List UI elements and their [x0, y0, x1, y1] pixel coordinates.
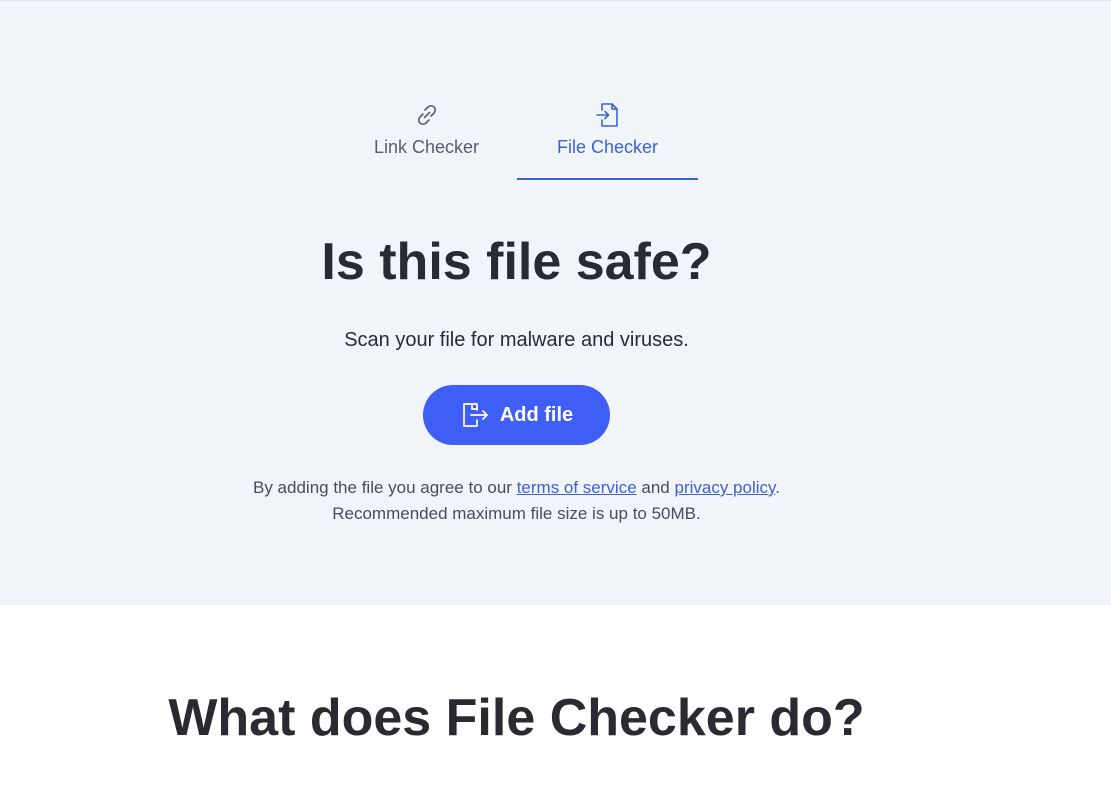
legal-notice: By adding the file you agree to our term…: [0, 475, 1033, 527]
file-size-note: Recommended maximum file size is up to 5…: [332, 504, 701, 523]
privacy-policy-link[interactable]: privacy policy: [674, 478, 775, 497]
tab-label: Link Checker: [373, 137, 480, 157]
legal-middle: and: [636, 478, 675, 497]
page-subtitle: Scan your file for malware and viruses.: [344, 329, 689, 351]
tab-file-checker[interactable]: File Checker: [517, 93, 698, 179]
legal-agreement-line: By adding the file you agree to our term…: [0, 475, 1033, 501]
legal-prefix: By adding the file you agree to our: [253, 478, 517, 497]
file-export-icon: [462, 403, 488, 427]
terms-of-service-link[interactable]: terms of service: [517, 478, 637, 497]
section-title: What does File Checker do?: [168, 689, 865, 747]
file-import-icon: [595, 103, 618, 127]
checker-tabs: Link Checker File Checker: [336, 93, 698, 181]
legal-suffix: .: [775, 478, 780, 497]
add-file-button[interactable]: Add file: [423, 385, 610, 445]
active-tab-indicator: [517, 178, 698, 180]
page-title: Is this file safe?: [321, 233, 712, 291]
link-icon: [417, 104, 436, 126]
tab-link-checker[interactable]: Link Checker: [336, 93, 517, 179]
add-file-label: Add file: [499, 403, 574, 426]
tab-label: File Checker: [556, 137, 659, 157]
hero-section: Link Checker File Checker Is this file s…: [0, 0, 1111, 605]
